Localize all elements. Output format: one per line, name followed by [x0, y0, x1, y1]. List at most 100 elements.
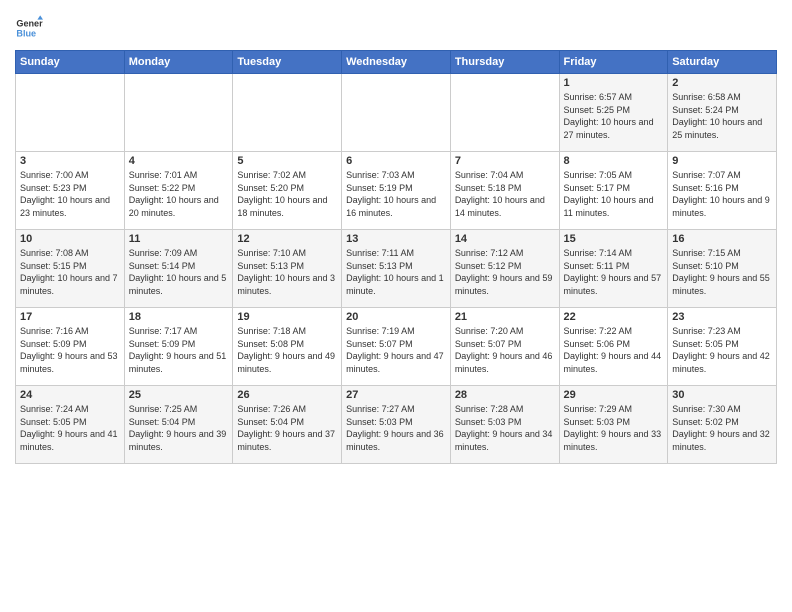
day-number: 14 [455, 233, 555, 245]
day-number: 6 [346, 155, 446, 167]
calendar-table: SundayMondayTuesdayWednesdayThursdayFrid… [15, 50, 777, 464]
day-number: 5 [237, 155, 337, 167]
day-info: Sunrise: 7:17 AM Sunset: 5:09 PM Dayligh… [129, 325, 229, 375]
day-info: Sunrise: 7:24 AM Sunset: 5:05 PM Dayligh… [20, 403, 120, 453]
day-info: Sunrise: 7:07 AM Sunset: 5:16 PM Dayligh… [672, 169, 772, 219]
day-info: Sunrise: 7:12 AM Sunset: 5:12 PM Dayligh… [455, 247, 555, 297]
day-number: 2 [672, 77, 772, 89]
day-info: Sunrise: 7:10 AM Sunset: 5:13 PM Dayligh… [237, 247, 337, 297]
day-info: Sunrise: 7:14 AM Sunset: 5:11 PM Dayligh… [564, 247, 664, 297]
calendar-cell: 3 Sunrise: 7:00 AM Sunset: 5:23 PM Daylig… [16, 152, 125, 230]
day-info: Sunrise: 7:08 AM Sunset: 5:15 PM Dayligh… [20, 247, 120, 297]
day-header-monday: Monday [124, 51, 233, 74]
day-info: Sunrise: 7:05 AM Sunset: 5:17 PM Dayligh… [564, 169, 664, 219]
day-info: Sunrise: 7:23 AM Sunset: 5:05 PM Dayligh… [672, 325, 772, 375]
calendar-week-2: 3 Sunrise: 7:00 AM Sunset: 5:23 PM Daylig… [16, 152, 777, 230]
calendar-cell: 2 Sunrise: 6:58 AM Sunset: 5:24 PM Daylig… [668, 74, 777, 152]
day-info: Sunrise: 7:00 AM Sunset: 5:23 PM Dayligh… [20, 169, 120, 219]
day-number: 27 [346, 389, 446, 401]
day-number: 18 [129, 311, 229, 323]
day-number: 24 [20, 389, 120, 401]
header-row: SundayMondayTuesdayWednesdayThursdayFrid… [16, 51, 777, 74]
calendar-cell: 16 Sunrise: 7:15 AM Sunset: 5:10 PM Dayli… [668, 230, 777, 308]
calendar-cell: 27Sunrise: 7:27 AM Sunset: 5:03 PM Dayli… [342, 386, 451, 464]
day-info: Sunrise: 7:22 AM Sunset: 5:06 PM Dayligh… [564, 325, 664, 375]
calendar-cell: 18 Sunrise: 7:17 AM Sunset: 5:09 PM Dayli… [124, 308, 233, 386]
calendar-cell: 25 Sunrise: 7:25 AM Sunset: 5:04 PM Dayli… [124, 386, 233, 464]
day-number: 23 [672, 311, 772, 323]
calendar-cell: 15 Sunrise: 7:14 AM Sunset: 5:11 PM Dayli… [559, 230, 668, 308]
calendar-cell: 23 Sunrise: 7:23 AM Sunset: 5:05 PM Dayli… [668, 308, 777, 386]
logo: General Blue [15, 14, 47, 42]
day-info: Sunrise: 7:15 AM Sunset: 5:10 PM Dayligh… [672, 247, 772, 297]
day-number: 30 [672, 389, 772, 401]
day-number: 15 [564, 233, 664, 245]
calendar-cell: 20 Sunrise: 7:19 AM Sunset: 5:07 PM Dayli… [342, 308, 451, 386]
day-number: 3 [20, 155, 120, 167]
calendar-cell [16, 74, 125, 152]
day-number: 26 [237, 389, 337, 401]
day-number: 17 [20, 311, 120, 323]
day-number: 16 [672, 233, 772, 245]
day-info: Sunrise: 7:18 AM Sunset: 5:08 PM Dayligh… [237, 325, 337, 375]
day-header-friday: Friday [559, 51, 668, 74]
day-number: 8 [564, 155, 664, 167]
day-info: Sunrise: 7:01 AM Sunset: 5:22 PM Dayligh… [129, 169, 229, 219]
calendar-cell: 8 Sunrise: 7:05 AM Sunset: 5:17 PM Daylig… [559, 152, 668, 230]
day-info: Sunrise: 7:11 AM Sunset: 5:13 PM Dayligh… [346, 247, 446, 297]
day-info: Sunrise: 7:30 AM Sunset: 5:02 PM Dayligh… [672, 403, 772, 453]
day-header-saturday: Saturday [668, 51, 777, 74]
calendar-cell: 13 Sunrise: 7:11 AM Sunset: 5:13 PM Dayli… [342, 230, 451, 308]
day-info: Sunrise: 7:19 AM Sunset: 5:07 PM Dayligh… [346, 325, 446, 375]
calendar-cell: 9Sunrise: 7:07 AM Sunset: 5:16 PM Daylig… [668, 152, 777, 230]
day-info: Sunrise: 7:03 AM Sunset: 5:19 PM Dayligh… [346, 169, 446, 219]
calendar-cell: 14 Sunrise: 7:12 AM Sunset: 5:12 PM Dayli… [450, 230, 559, 308]
calendar-cell: 22 Sunrise: 7:22 AM Sunset: 5:06 PM Dayli… [559, 308, 668, 386]
calendar-week-1: 1 Sunrise: 6:57 AM Sunset: 5:25 PM Daylig… [16, 74, 777, 152]
calendar-cell: 12 Sunrise: 7:10 AM Sunset: 5:13 PM Dayli… [233, 230, 342, 308]
day-number: 10 [20, 233, 120, 245]
calendar-cell: 19 Sunrise: 7:18 AM Sunset: 5:08 PM Dayli… [233, 308, 342, 386]
header: General Blue [15, 10, 777, 42]
calendar-cell: 30 Sunrise: 7:30 AM Sunset: 5:02 PM Dayli… [668, 386, 777, 464]
day-info: Sunrise: 7:16 AM Sunset: 5:09 PM Dayligh… [20, 325, 120, 375]
day-number: 13 [346, 233, 446, 245]
day-header-tuesday: Tuesday [233, 51, 342, 74]
calendar-week-5: 24 Sunrise: 7:24 AM Sunset: 5:05 PM Dayli… [16, 386, 777, 464]
day-info: Sunrise: 7:25 AM Sunset: 5:04 PM Dayligh… [129, 403, 229, 453]
calendar-cell: 6 Sunrise: 7:03 AM Sunset: 5:19 PM Daylig… [342, 152, 451, 230]
day-info: Sunrise: 6:57 AM Sunset: 5:25 PM Dayligh… [564, 91, 664, 141]
calendar-cell [124, 74, 233, 152]
calendar-week-3: 10 Sunrise: 7:08 AM Sunset: 5:15 PM Dayli… [16, 230, 777, 308]
day-info: Sunrise: 7:09 AM Sunset: 5:14 PM Dayligh… [129, 247, 229, 297]
day-number: 4 [129, 155, 229, 167]
logo-icon: General Blue [15, 14, 43, 42]
day-number: 25 [129, 389, 229, 401]
day-info: Sunrise: 7:20 AM Sunset: 5:07 PM Dayligh… [455, 325, 555, 375]
day-info: Sunrise: 7:29 AM Sunset: 5:03 PM Dayligh… [564, 403, 664, 453]
calendar-cell: 5Sunrise: 7:02 AM Sunset: 5:20 PM Daylig… [233, 152, 342, 230]
day-info: Sunrise: 7:04 AM Sunset: 5:18 PM Dayligh… [455, 169, 555, 219]
day-number: 22 [564, 311, 664, 323]
day-number: 11 [129, 233, 229, 245]
day-info: Sunrise: 6:58 AM Sunset: 5:24 PM Dayligh… [672, 91, 772, 141]
calendar-cell: 26 Sunrise: 7:26 AM Sunset: 5:04 PM Dayli… [233, 386, 342, 464]
day-info: Sunrise: 7:26 AM Sunset: 5:04 PM Dayligh… [237, 403, 337, 453]
day-number: 20 [346, 311, 446, 323]
calendar-cell: 28Sunrise: 7:28 AM Sunset: 5:03 PM Dayli… [450, 386, 559, 464]
day-number: 19 [237, 311, 337, 323]
day-number: 7 [455, 155, 555, 167]
day-header-sunday: Sunday [16, 51, 125, 74]
calendar-cell: 29Sunrise: 7:29 AM Sunset: 5:03 PM Dayli… [559, 386, 668, 464]
day-number: 12 [237, 233, 337, 245]
calendar-cell: 17 Sunrise: 7:16 AM Sunset: 5:09 PM Dayli… [16, 308, 125, 386]
calendar-cell: 10 Sunrise: 7:08 AM Sunset: 5:15 PM Dayli… [16, 230, 125, 308]
day-number: 28 [455, 389, 555, 401]
svg-text:Blue: Blue [16, 28, 36, 38]
calendar-cell: 11 Sunrise: 7:09 AM Sunset: 5:14 PM Dayli… [124, 230, 233, 308]
calendar-cell: 24 Sunrise: 7:24 AM Sunset: 5:05 PM Dayli… [16, 386, 125, 464]
day-header-thursday: Thursday [450, 51, 559, 74]
calendar-cell: 7 Sunrise: 7:04 AM Sunset: 5:18 PM Daylig… [450, 152, 559, 230]
day-number: 1 [564, 77, 664, 89]
calendar-cell: 21Sunrise: 7:20 AM Sunset: 5:07 PM Dayli… [450, 308, 559, 386]
